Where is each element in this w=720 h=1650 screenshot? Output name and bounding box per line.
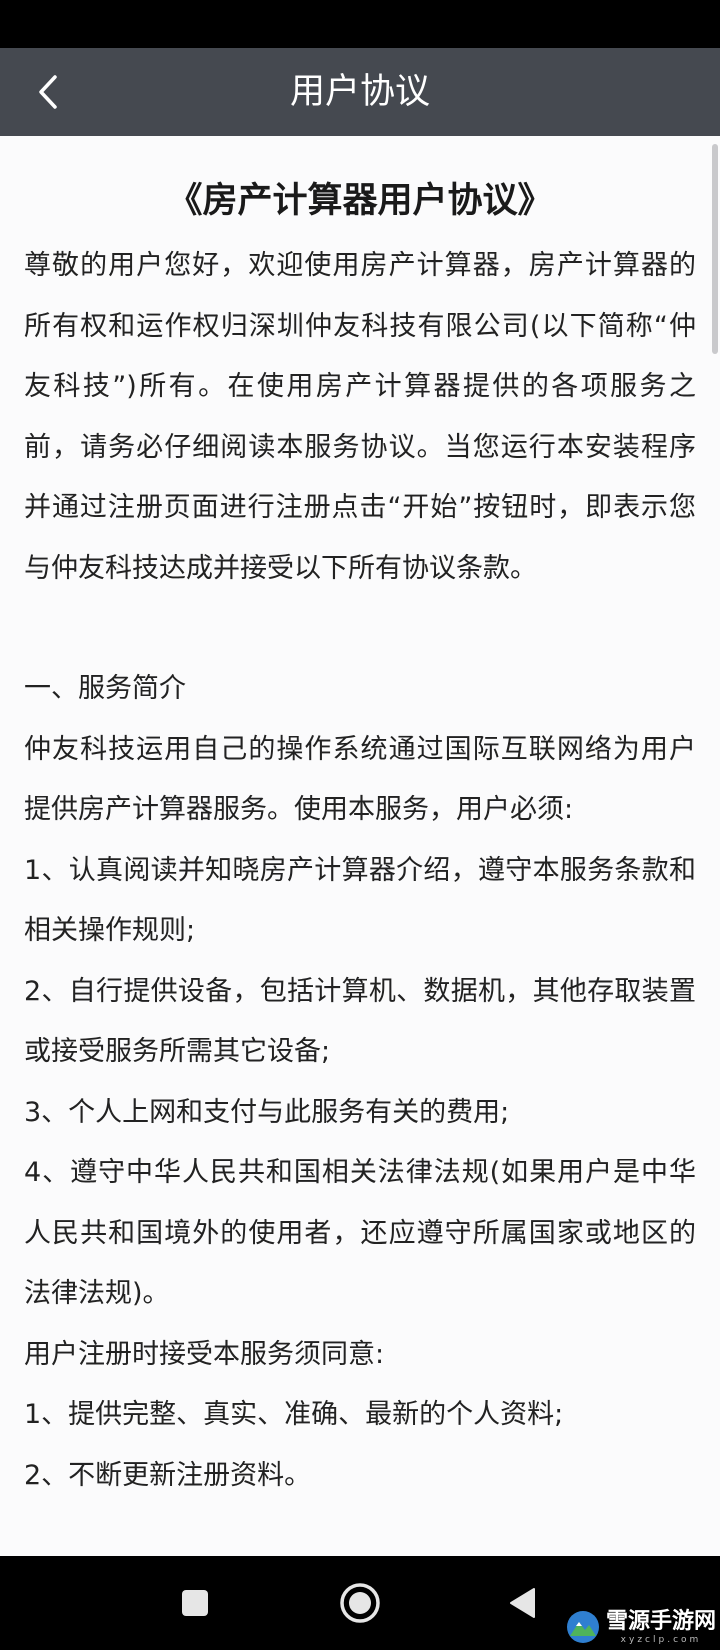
- square-icon: [182, 1590, 208, 1616]
- document-body: 尊敬的用户您好，欢迎使用房产计算器，房产计算器的所有权和运作权归深圳仲友科技有限…: [0, 236, 720, 1506]
- watermark-subtitle: xyzclp.com: [620, 1635, 702, 1645]
- list-item: 2、自行提供设备，包括计算机、数据机，其他存取装置或接受服务所需其它设备;: [24, 975, 696, 1068]
- recent-apps-button[interactable]: [168, 1576, 222, 1630]
- scrollbar[interactable]: [712, 144, 718, 354]
- section-paragraph: 用户注册时接受本服务须同意:: [24, 1338, 385, 1370]
- agreement-content[interactable]: 《房产计算器用户协议》 尊敬的用户您好，欢迎使用房产计算器，房产计算器的所有权和…: [0, 136, 720, 1556]
- triangle-back-icon: [510, 1588, 535, 1618]
- status-bar: [0, 0, 720, 48]
- watermark-title: 雪源手游网: [605, 1608, 716, 1634]
- section-heading: 一、服务简介: [24, 673, 186, 704]
- circle-icon: [340, 1583, 380, 1623]
- list-item: 1、提供完整、真实、准确、最新的个人资料;: [24, 1399, 564, 1430]
- watermark-logo: 雪源手游网 xyzclp.com: [566, 1608, 716, 1646]
- watermark-text: 雪源手游网 xyzclp.com: [606, 1608, 716, 1646]
- list-item: 4、遵守中华人民共和国相关法律法规(如果用户是中华人民共和国境外的使用者，还应遵…: [24, 1157, 696, 1309]
- section-paragraph: 仲友科技运用自己的操作系统通过国际互联网络为用户提供房产计算器服务。使用本服务，…: [24, 733, 696, 826]
- list-item: 3、个人上网和支付与此服务有关的费用;: [24, 1096, 510, 1128]
- list-item: 1、认真阅读并知晓房产计算器介绍，遵守本服务条款和相关操作规则;: [24, 854, 696, 947]
- document-title: 《房产计算器用户协议》: [167, 181, 553, 221]
- app-header: 用户协议: [0, 48, 720, 136]
- page-title: 用户协议: [289, 72, 430, 112]
- intro-paragraph: 尊敬的用户您好，欢迎使用房产计算器，房产计算器的所有权和运作权归深圳仲友科技有限…: [24, 250, 696, 584]
- system-back-button[interactable]: [496, 1576, 550, 1630]
- system-navigation-bar: 雪源手游网 xyzclp.com: [0, 1556, 720, 1650]
- mountain-logo-icon: [566, 1611, 599, 1643]
- list-item: 2、不断更新注册资料。: [24, 1459, 312, 1491]
- home-button[interactable]: [333, 1576, 387, 1630]
